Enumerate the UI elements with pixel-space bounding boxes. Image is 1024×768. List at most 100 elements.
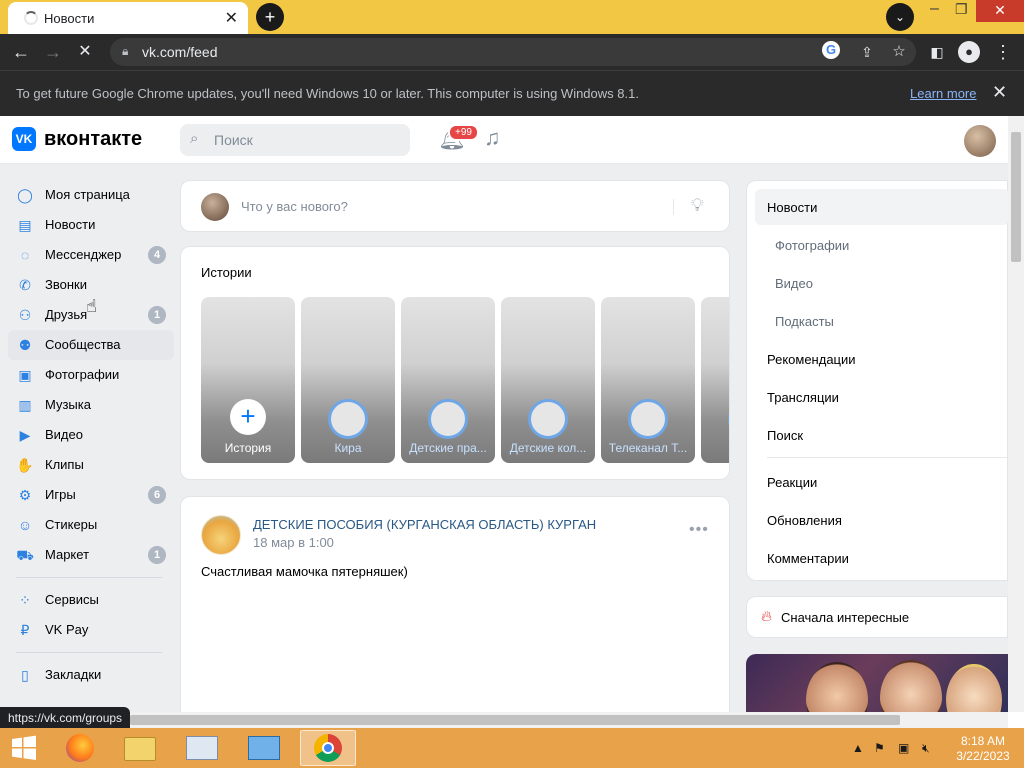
sidebar-item-label: Звонки bbox=[45, 277, 87, 292]
tab-search-button[interactable]: ⌄ bbox=[886, 3, 914, 31]
sidebar-item-label: Стикеры bbox=[45, 517, 98, 532]
volume-muted-icon[interactable]: 🔇︎ bbox=[922, 741, 930, 756]
sidebar-item[interactable]: ✋ Клипы bbox=[8, 450, 174, 480]
story-name: Детские кол... bbox=[509, 441, 587, 455]
sidebar-item[interactable]: ₽ VK Pay bbox=[8, 615, 174, 645]
lightbulb-icon[interactable]: 💡︎ bbox=[691, 195, 704, 216]
market-icon: ⛟ bbox=[16, 547, 34, 563]
sidebar-item[interactable]: ✆ Звонки bbox=[8, 270, 174, 300]
sidebar-item[interactable]: ⚇ Друзья 1 bbox=[8, 300, 174, 330]
post-author-avatar[interactable] bbox=[201, 515, 241, 555]
network-icon[interactable]: ▣ bbox=[898, 741, 909, 755]
sidebar-item[interactable]: ⚉ Сообщества bbox=[8, 330, 174, 360]
vertical-scrollbar[interactable] bbox=[1008, 116, 1024, 712]
brand-name[interactable]: вконтакте bbox=[44, 128, 142, 151]
divider bbox=[16, 652, 162, 653]
feed-filter-item[interactable]: Поиск bbox=[755, 417, 1008, 453]
monitor-taskbar-button[interactable] bbox=[174, 730, 230, 766]
ad-banner-image[interactable] bbox=[746, 654, 1008, 712]
menu-icon[interactable]: ⋮ bbox=[992, 41, 1014, 63]
address-bar[interactable]: 🔒︎ vk.com/feed G ⇪ ☆ bbox=[110, 38, 916, 66]
sidebar-item-label: Моя страница bbox=[45, 187, 130, 202]
sidebar-item-label: Видео bbox=[45, 427, 83, 442]
vk-header: VK вконтакте ⌕ Поиск 🔔︎ +99 ♫ bbox=[0, 116, 1008, 164]
music-player-icon[interactable]: ♫ bbox=[484, 125, 501, 151]
flag-icon[interactable]: ⚑ bbox=[874, 741, 885, 755]
feed-filter-item[interactable]: Подкасты bbox=[755, 303, 1008, 339]
sidebar-item[interactable]: ☺ Стикеры bbox=[8, 510, 174, 540]
stickers-icon: ☺ bbox=[17, 517, 33, 533]
feed-filter-item[interactable]: Видео bbox=[755, 265, 1008, 301]
search-input[interactable]: ⌕ Поиск bbox=[180, 124, 410, 156]
fire-icon: 🔥︎ bbox=[761, 608, 773, 625]
horizontal-scrollbar[interactable] bbox=[0, 712, 1008, 728]
vk-logo-icon[interactable]: VK bbox=[12, 127, 36, 151]
story-card[interactable]: Дет bbox=[701, 297, 729, 463]
google-icon[interactable]: G bbox=[822, 41, 840, 59]
story-avatar bbox=[428, 399, 468, 439]
explorer-taskbar-button[interactable] bbox=[112, 730, 168, 766]
start-button[interactable] bbox=[0, 730, 46, 766]
post-more-icon[interactable]: ••• bbox=[689, 521, 709, 539]
feed-filter-item[interactable]: Рекомендации bbox=[755, 341, 1008, 377]
feed-filter-item[interactable]: Новости bbox=[755, 189, 1008, 225]
feed-filter-label: Новости bbox=[767, 200, 818, 215]
post-date[interactable]: 18 мар в 1:00 bbox=[253, 535, 334, 550]
firefox-taskbar-button[interactable] bbox=[52, 730, 108, 766]
sidebar-item[interactable]: ▤ Новости bbox=[8, 210, 174, 240]
profile-icon[interactable]: ● bbox=[958, 41, 980, 63]
restore-button[interactable]: ❐ bbox=[955, 1, 968, 18]
sort-toggle[interactable]: 🔥︎ Сначала интересные bbox=[746, 596, 1008, 638]
learn-more-link[interactable]: Learn more bbox=[910, 86, 976, 101]
system-clock[interactable]: 8:18 AM 3/22/2023 bbox=[950, 734, 1016, 764]
bookmark-star-icon[interactable]: ☆ bbox=[888, 41, 910, 63]
services-icon: ⁘ bbox=[19, 592, 31, 608]
sidebar-item[interactable]: ◌ Мессенджер 4 bbox=[8, 240, 174, 270]
sidebar-item[interactable]: ⁘ Сервисы bbox=[8, 585, 174, 615]
feed-filter-label: Видео bbox=[775, 276, 813, 291]
story-card[interactable]: Детские кол... bbox=[501, 297, 595, 463]
feed-filter-item[interactable]: Комментарии bbox=[755, 540, 1008, 576]
back-icon[interactable]: ← bbox=[10, 41, 32, 63]
sidebar-item[interactable]: ⚙ Игры 6 bbox=[8, 480, 174, 510]
sidebar-item[interactable]: ⛟ Маркет 1 bbox=[8, 540, 174, 570]
feed-filter-item[interactable]: Обновления bbox=[755, 502, 1008, 538]
minimize-button[interactable]: – bbox=[930, 0, 939, 18]
close-window-button[interactable]: ✕ bbox=[976, 0, 1024, 22]
divider bbox=[673, 199, 674, 215]
tray-expand-icon[interactable]: ▲ bbox=[852, 741, 864, 755]
chrome-taskbar-button[interactable] bbox=[300, 730, 356, 766]
scroll-thumb[interactable] bbox=[130, 715, 900, 725]
story-card[interactable]: Детские пра... bbox=[401, 297, 495, 463]
side-panel-icon[interactable]: ◧ bbox=[926, 41, 948, 63]
feed-filter-item[interactable]: Трансляции bbox=[755, 379, 1008, 415]
ad-face bbox=[946, 664, 1002, 712]
share-icon[interactable]: ⇪ bbox=[856, 41, 878, 63]
scroll-thumb[interactable] bbox=[1011, 132, 1021, 262]
post-composer[interactable]: Что у вас нового? 💡︎ bbox=[180, 180, 730, 232]
forward-icon[interactable]: → bbox=[42, 41, 64, 63]
avatar[interactable] bbox=[964, 125, 996, 157]
clock-date: 3/22/2023 bbox=[956, 749, 1010, 763]
sidebar-item[interactable]: ◯ Моя страница bbox=[8, 180, 174, 210]
sidebar-item[interactable]: ▥ Музыка bbox=[8, 390, 174, 420]
installer-taskbar-button[interactable] bbox=[236, 730, 292, 766]
close-infobar-icon[interactable]: ✕ bbox=[992, 82, 1007, 103]
update-infobar: To get future Google Chrome updates, you… bbox=[0, 70, 1024, 116]
phone-icon: ✆ bbox=[19, 277, 31, 293]
feed-filter-item[interactable]: Фотографии bbox=[755, 227, 1008, 263]
story-card[interactable]: Телеканал Т... bbox=[601, 297, 695, 463]
feed-filter-item[interactable]: Реакции bbox=[755, 464, 1008, 500]
sidebar-item[interactable]: ▶ Видео bbox=[8, 420, 174, 450]
stop-loading-icon[interactable]: ✕ bbox=[74, 41, 96, 63]
sidebar-item[interactable]: ▯ Закладки bbox=[8, 660, 174, 690]
lock-icon[interactable]: 🔒︎ bbox=[122, 44, 128, 59]
close-tab-icon[interactable]: ✕ bbox=[225, 8, 238, 28]
tab-news[interactable]: Новости ✕ bbox=[8, 2, 248, 34]
post-author[interactable]: ДЕТСКИЕ ПОСОБИЯ (КУРГАНСКАЯ ОБЛАСТЬ) КУР… bbox=[253, 517, 596, 532]
story-card[interactable]: Кира bbox=[301, 297, 395, 463]
create-story-card[interactable]: + История bbox=[201, 297, 295, 463]
sidebar-item[interactable]: ▣ Фотографии bbox=[8, 360, 174, 390]
composer-avatar bbox=[201, 193, 229, 221]
new-tab-button[interactable]: + bbox=[256, 3, 284, 31]
